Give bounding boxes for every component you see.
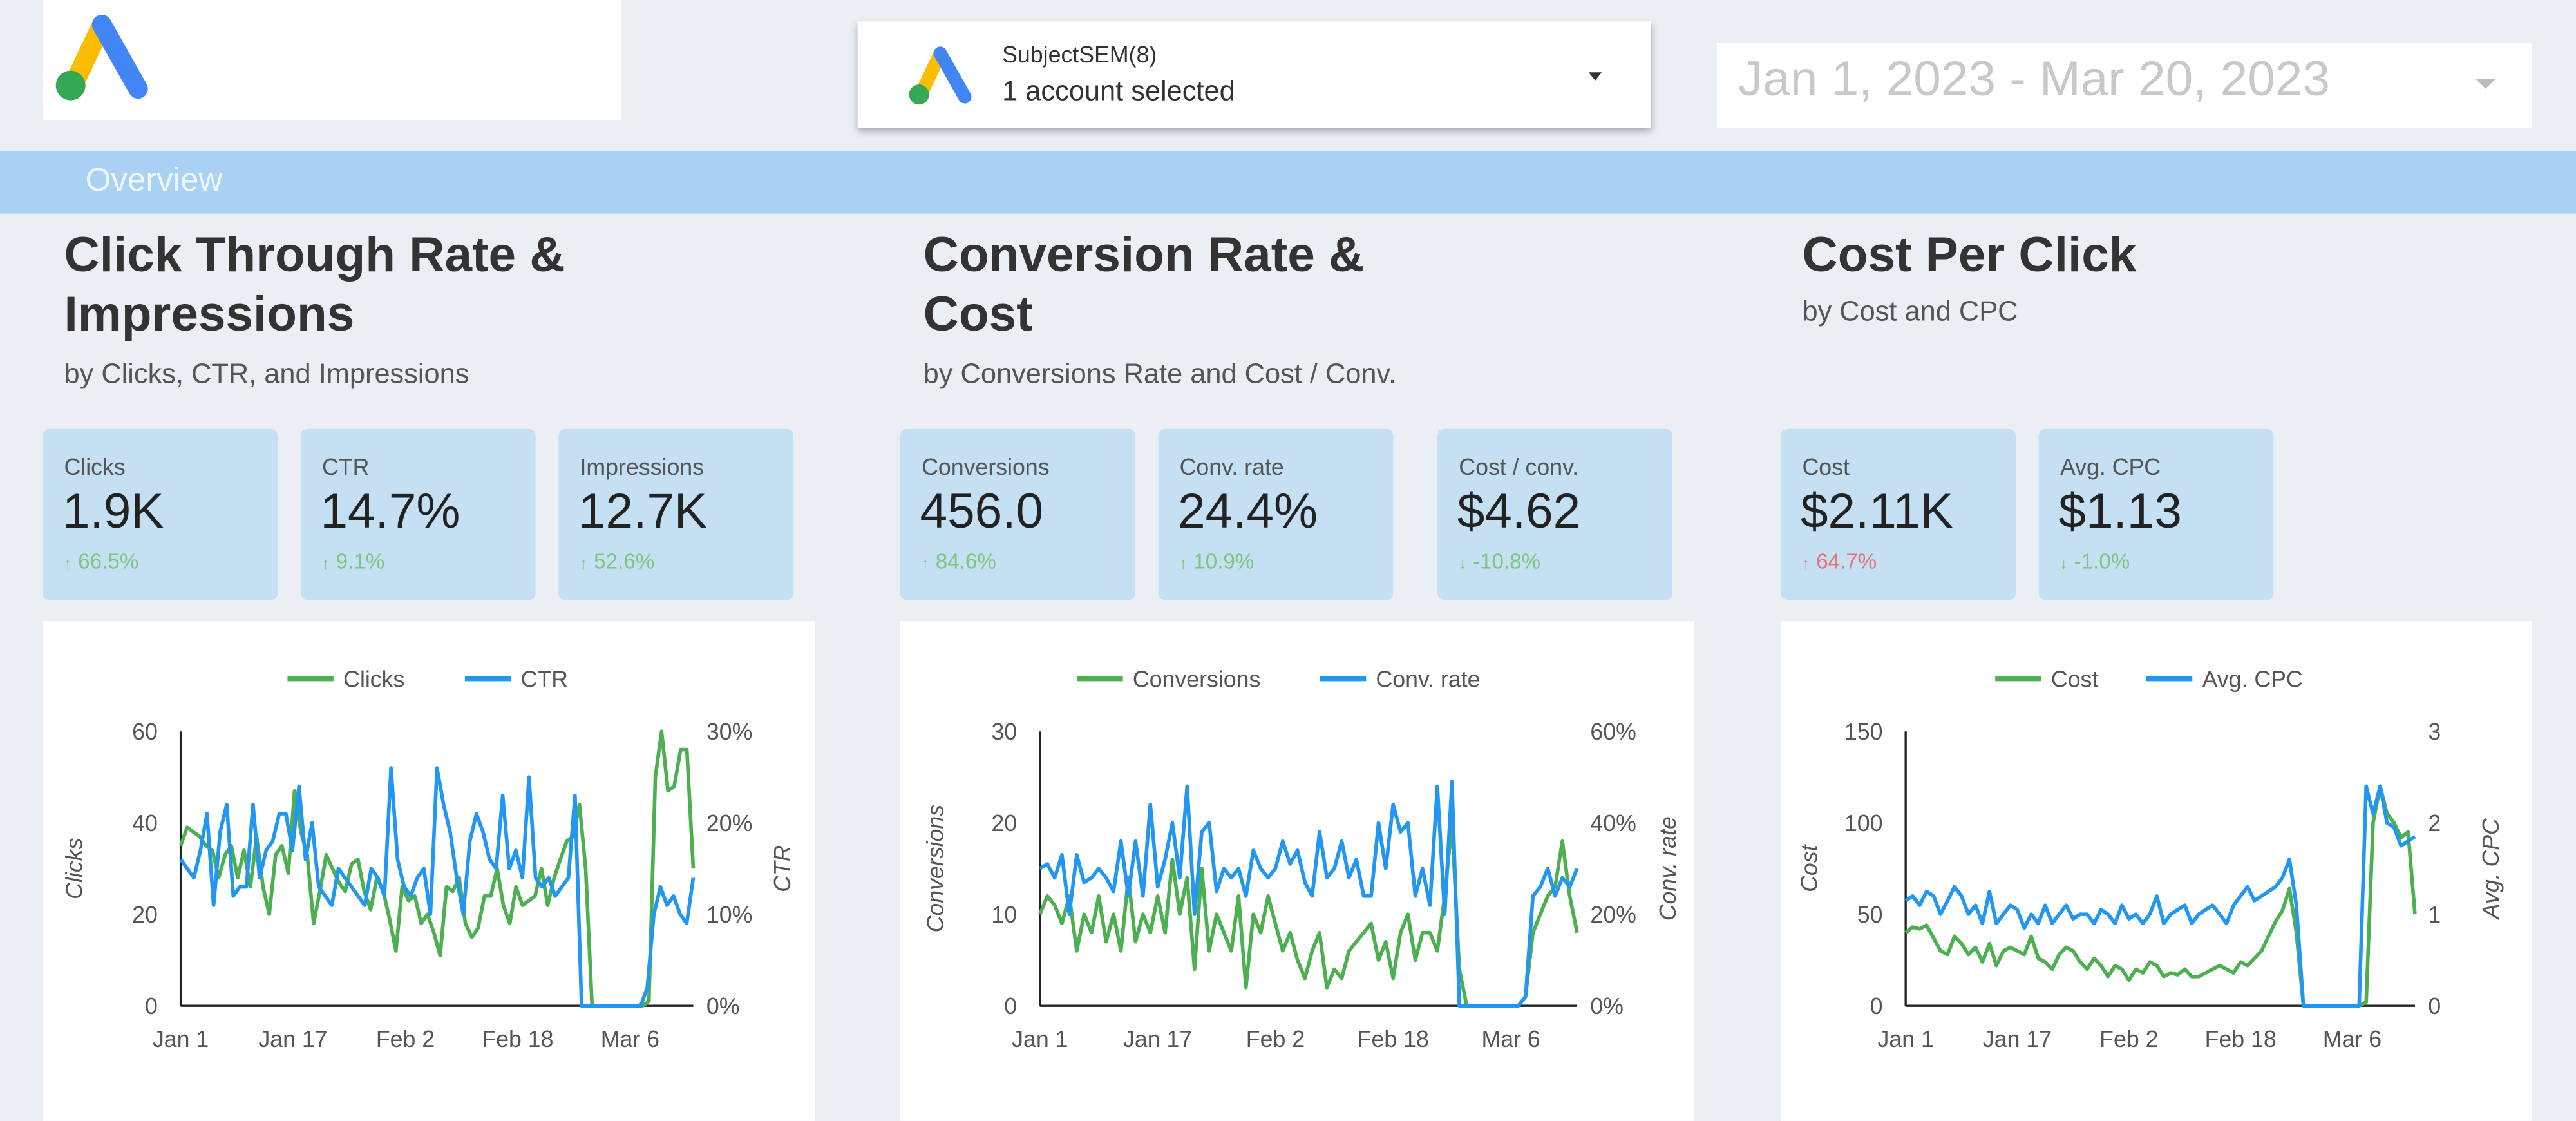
y2-tick-label: 2 xyxy=(2428,810,2441,836)
x-tick-label: Jan 17 xyxy=(1983,1026,2052,1052)
legend-item[interactable]: Cost xyxy=(1995,666,2098,692)
y-tick-label: 40 xyxy=(132,810,158,836)
y2-tick-label: 0 xyxy=(2428,993,2441,1019)
y-tick-label: 0 xyxy=(145,993,158,1019)
x-tick-label: Feb 2 xyxy=(1246,1026,1305,1052)
y-tick-label: 0 xyxy=(1870,993,1883,1019)
x-tick-label: Feb 18 xyxy=(482,1026,553,1052)
y-tick-label: 20 xyxy=(132,902,158,928)
legend-label: CTR xyxy=(521,666,568,692)
y2-tick-label: 10% xyxy=(706,902,752,928)
y2-axis-title: Avg. CPC xyxy=(2478,818,2504,920)
legend-label: Cost xyxy=(2051,666,2098,692)
x-tick-label: Mar 6 xyxy=(601,1026,659,1052)
x-tick-label: Feb 2 xyxy=(2099,1026,2158,1052)
x-tick-label: Jan 17 xyxy=(1123,1026,1192,1052)
legend-item[interactable]: Clicks xyxy=(287,666,404,692)
legend-item[interactable]: CTR xyxy=(464,666,568,692)
y-axis-title: Clicks xyxy=(62,838,88,899)
x-tick-label: Jan 1 xyxy=(153,1026,209,1052)
x-tick-label: Feb 18 xyxy=(2205,1026,2277,1052)
line-chart: Cost Avg. CPC 0 50 100 150 0 1 2 3 Jan 1 Jan 17 Feb … xyxy=(1796,666,2504,1052)
x-tick-label: Jan 1 xyxy=(1877,1026,1933,1052)
y-tick-label: 60 xyxy=(132,719,158,745)
y-tick-label: 30 xyxy=(991,719,1017,745)
legend-label: Avg. CPC xyxy=(2202,666,2303,692)
series-line-ctr xyxy=(179,766,696,1008)
y-axis-title: Conversions xyxy=(922,805,948,933)
legend-label: Conv. rate xyxy=(1376,666,1480,692)
x-tick-label: Mar 6 xyxy=(2323,1026,2382,1052)
y2-tick-label: 30% xyxy=(706,719,752,745)
y-axis-title: Cost xyxy=(1796,843,1822,892)
series-line-cost xyxy=(1904,784,2417,1008)
y2-tick-label: 60% xyxy=(1590,719,1636,745)
x-tick-label: Feb 18 xyxy=(1358,1026,1429,1052)
legend-item[interactable]: Avg. CPC xyxy=(2146,666,2303,692)
legend-item[interactable]: Conv. rate xyxy=(1320,666,1481,692)
legend-label: Clicks xyxy=(343,666,404,692)
y2-tick-label: 20% xyxy=(1590,902,1636,928)
y-tick-label: 100 xyxy=(1844,810,1883,836)
charts-layer: Clicks CTR02040600%10%20%30%Jan 1 Jan 17 Fe… xyxy=(62,666,2505,1052)
line-chart: Clicks CTR 0 20 40 60 0% 10% 20% 30% Jan 1 Jan 17 Fe… xyxy=(62,666,795,1052)
dashboard: SubjectSEM(8) 1 account selected Jan 1, … xyxy=(0,0,2576,1121)
line-chart: Conversions Conv. rate 0 10 20 30 0% 20% 40% 60% J… xyxy=(922,666,1681,1052)
y2-tick-label: 0% xyxy=(1590,993,1624,1019)
x-tick-label: Mar 6 xyxy=(1481,1026,1540,1052)
y2-tick-label: 40% xyxy=(1590,810,1636,836)
legend-item[interactable]: Conversions xyxy=(1077,666,1260,692)
y2-tick-label: 1 xyxy=(2428,902,2441,928)
y-tick-label: 0 xyxy=(1004,993,1017,1019)
y-tick-label: 150 xyxy=(1844,719,1883,745)
x-tick-label: Feb 2 xyxy=(376,1026,435,1052)
y-tick-label: 20 xyxy=(991,810,1017,836)
x-tick-label: Jan 1 xyxy=(1012,1026,1068,1052)
y2-tick-label: 3 xyxy=(2428,719,2441,745)
y2-axis-title: CTR xyxy=(770,845,795,892)
x-tick-label: Jan 17 xyxy=(258,1026,327,1052)
y-tick-label: 10 xyxy=(991,902,1017,928)
y2-tick-label: 20% xyxy=(706,810,752,836)
y2-axis-title: Conv. rate xyxy=(1655,816,1681,921)
y2-tick-label: 0% xyxy=(706,993,740,1019)
series-line-conv-rate xyxy=(1039,780,1579,1008)
legend-label: Conversions xyxy=(1133,666,1260,692)
y-tick-label: 50 xyxy=(1857,902,1883,928)
